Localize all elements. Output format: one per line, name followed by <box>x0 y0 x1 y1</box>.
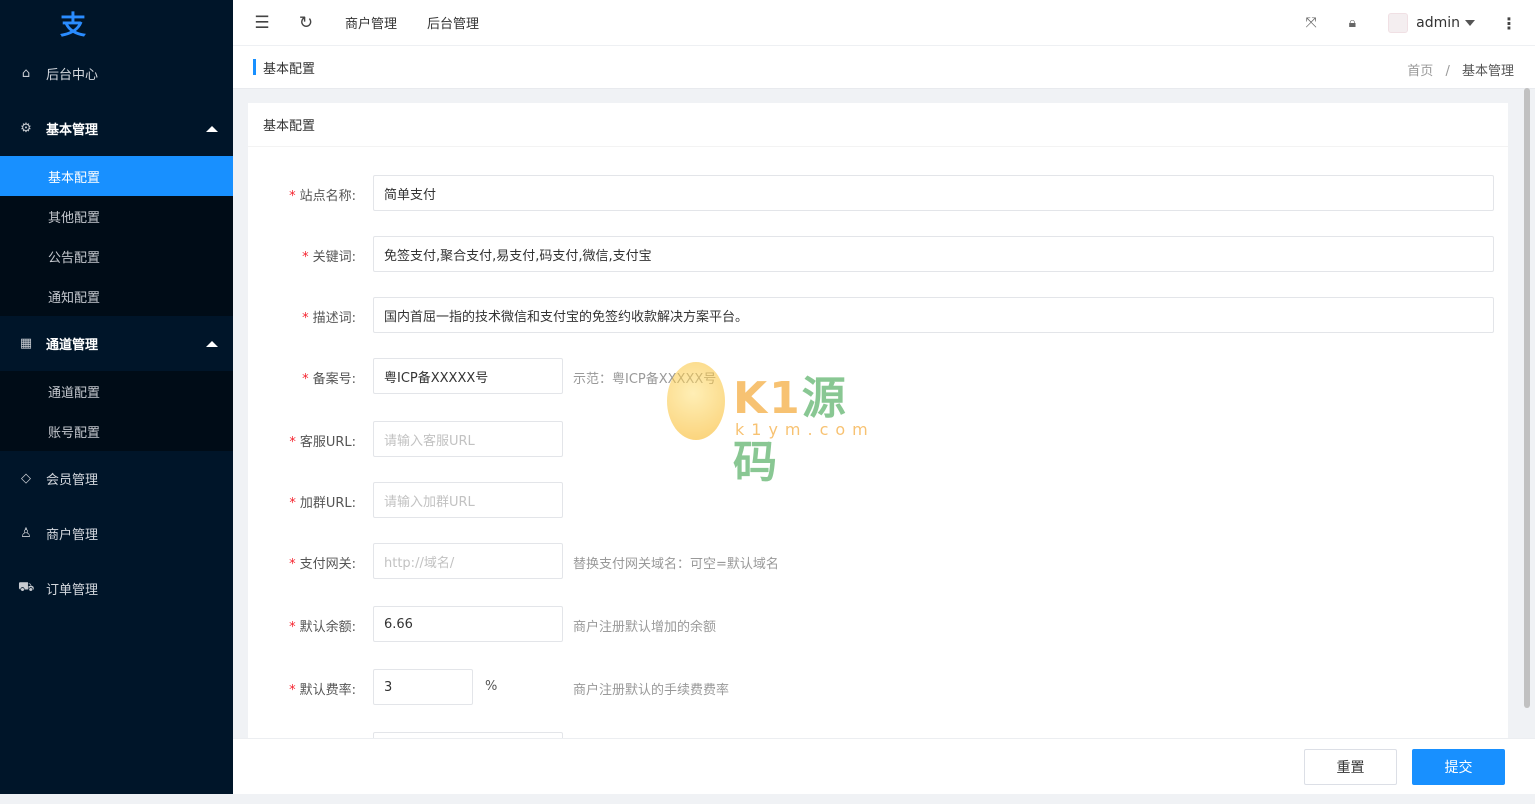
default-rate-tip: 商户注册默认的手续费费率 <box>573 683 730 698</box>
icp-input[interactable]: 粤ICP备XXXXX号 <box>373 358 563 394</box>
menu-collapse-icon[interactable]: ☰ <box>253 13 271 33</box>
row-description: * 描述词: 国内首屈一指的技术微信和支付宝的免签约收款解决方案平台。 <box>248 297 1508 333</box>
top-nav-merchant[interactable]: 商户管理 <box>345 13 397 32</box>
row-service-url: * 客服URL: 请输入客服URL <box>248 421 1508 457</box>
sidebar-item-dashboard[interactable]: ⌂ 后台中心 <box>0 46 233 101</box>
user-name[interactable]: admin <box>1416 15 1460 31</box>
page-scrollbar[interactable] <box>1521 88 1533 708</box>
site-name-label: * 站点名称: <box>289 189 356 204</box>
sidebar-item-basic-config[interactable]: 基本配置 <box>0 156 233 196</box>
app-root: 支 ⌂ 后台中心 ⚙ 基本管理 基本配置 其他配置 公告配置 通知配置 ▦ 通道… <box>0 0 1535 804</box>
home-icon: ⌂ <box>21 66 31 81</box>
submenu-basic: 基本配置 其他配置 公告配置 通知配置 <box>0 156 233 316</box>
sidebar-item-label: 后台中心 <box>46 68 99 83</box>
description-input[interactable]: 国内首屈一指的技术微信和支付宝的免签约收款解决方案平台。 <box>373 297 1494 333</box>
form-footer: 重置 提交 <box>233 738 1535 794</box>
chevron-up-icon <box>206 340 218 347</box>
percent-unit: % <box>485 679 498 694</box>
fullscreen-icon[interactable]: ⤧ <box>1305 15 1316 31</box>
logo: 支 <box>0 0 233 46</box>
submenu-channel: 通道配置 账号配置 <box>0 371 233 451</box>
row-group-url: * 加群URL: 请输入加群URL <box>248 482 1508 518</box>
sidebar-item-orders[interactable]: ⛟ 订单管理 <box>0 561 233 616</box>
gateway-input[interactable]: http://域名/ <box>373 543 563 579</box>
chevron-down-icon[interactable] <box>1465 20 1475 26</box>
breadcrumb-home[interactable]: 首页 <box>1407 64 1433 79</box>
apps-icon: ▦ <box>19 336 33 351</box>
reset-button[interactable]: 重置 <box>1304 749 1397 785</box>
row-default-rate: * 默认费率: 3 % 商户注册默认的手续费费率 <box>248 669 1508 705</box>
sidebar-item-label: 商户管理 <box>46 528 99 543</box>
breadcrumb-current: 基本管理 <box>1461 64 1514 79</box>
default-rate-label: * 默认费率: <box>289 683 356 698</box>
breadcrumb: 首页 / 基本管理 <box>1407 60 1514 79</box>
row-default-balance: * 默认余额: 6.66 商户注册默认增加的余额 <box>248 606 1508 642</box>
submit-button[interactable]: 提交 <box>1412 749 1505 785</box>
card-title: 基本配置 <box>248 103 1508 147</box>
row-keywords: * 关键词: 免签支付,聚合支付,易支付,码支付,微信,支付宝 <box>248 236 1508 272</box>
sidebar: 支 ⌂ 后台中心 ⚙ 基本管理 基本配置 其他配置 公告配置 通知配置 ▦ 通道… <box>0 0 233 794</box>
sidebar-item-account-config[interactable]: 账号配置 <box>0 411 233 451</box>
row-gateway: * 支付网关: http://域名/ 替换支付网关域名：可空=默认域名 <box>248 543 1508 579</box>
diamond-icon: ◇ <box>21 471 31 486</box>
avatar[interactable] <box>1388 13 1409 33</box>
default-rate-input[interactable]: 3 <box>373 669 473 705</box>
page-titlebar: 基本配置 首页 / 基本管理 <box>233 46 1535 89</box>
scrollbar-thumb[interactable] <box>1524 88 1530 708</box>
keywords-input[interactable]: 免签支付,聚合支付,易支付,码支付,微信,支付宝 <box>373 236 1494 272</box>
top-header: ☰ ↻ 商户管理 后台管理 ⤧ 🔒︎ admin ⋮ <box>233 0 1535 46</box>
lock-icon[interactable]: 🔒︎ <box>1349 15 1356 31</box>
site-name-input[interactable]: 简单支付 <box>373 175 1494 211</box>
logo-glyph: 支 <box>60 10 87 41</box>
group-url-label: * 加群URL: <box>289 496 356 511</box>
sidebar-item-other-config[interactable]: 其他配置 <box>0 196 233 236</box>
watermark-logo: K1源码 k1ym.com <box>667 362 877 488</box>
config-card: 基本配置 * 站点名称: 简单支付 * 关键词: 免签支付,聚合支付,易支付,码支付… <box>248 103 1508 743</box>
default-balance-label: * 默认余额: <box>289 620 356 635</box>
sidebar-item-label: 基本管理 <box>46 123 99 138</box>
breadcrumb-separator: / <box>1445 64 1450 79</box>
user-icon: ♙ <box>20 526 32 541</box>
description-label: * 描述词: <box>302 311 356 326</box>
row-site-name: * 站点名称: 简单支付 <box>248 175 1508 211</box>
page-title: 基本配置 <box>263 61 316 77</box>
keywords-label: * 关键词: <box>302 250 356 265</box>
sidebar-item-label: 会员管理 <box>46 473 99 488</box>
refresh-icon[interactable]: ↻ <box>297 13 315 33</box>
sidebar-item-channel[interactable]: ▦ 通道管理 <box>0 316 233 371</box>
service-url-input[interactable]: 请输入客服URL <box>373 421 563 457</box>
top-nav-admin[interactable]: 后台管理 <box>427 13 479 32</box>
sidebar-item-merchants[interactable]: ♙ 商户管理 <box>0 506 233 561</box>
sidebar-item-label: 通道管理 <box>46 338 99 353</box>
cart-icon: ⛟ <box>18 580 35 595</box>
chevron-up-icon <box>206 125 218 132</box>
group-url-input[interactable]: 请输入加群URL <box>373 482 563 518</box>
gear-icon: ⚙ <box>20 121 32 136</box>
row-icp: * 备案号: 粤ICP备XXXXX号 示范：粤ICP备XXXXX号 <box>248 358 1508 394</box>
sidebar-item-notify-config[interactable]: 通知配置 <box>0 276 233 316</box>
sidebar-item-channel-config[interactable]: 通道配置 <box>0 371 233 411</box>
icp-label: * 备案号: <box>302 372 356 387</box>
sidebar-item-notice-config[interactable]: 公告配置 <box>0 236 233 276</box>
sidebar-item-members[interactable]: ◇ 会员管理 <box>0 451 233 506</box>
watermark-emblem <box>667 362 725 440</box>
title-accent-bar <box>253 59 256 75</box>
more-vertical-icon[interactable]: ⋮ <box>1501 14 1517 33</box>
sidebar-item-label: 订单管理 <box>46 583 99 598</box>
gateway-label: * 支付网关: <box>289 557 356 572</box>
default-balance-tip: 商户注册默认增加的余额 <box>573 620 717 635</box>
gateway-tip: 替换支付网关域名：可空=默认域名 <box>573 557 779 572</box>
watermark-domain: k1ym.com <box>735 420 875 439</box>
default-balance-input[interactable]: 6.66 <box>373 606 563 642</box>
sidebar-item-basic[interactable]: ⚙ 基本管理 <box>0 101 233 156</box>
header-right: ⤧ 🔒︎ admin ⋮ <box>1305 0 1535 46</box>
service-url-label: * 客服URL: <box>289 435 356 450</box>
